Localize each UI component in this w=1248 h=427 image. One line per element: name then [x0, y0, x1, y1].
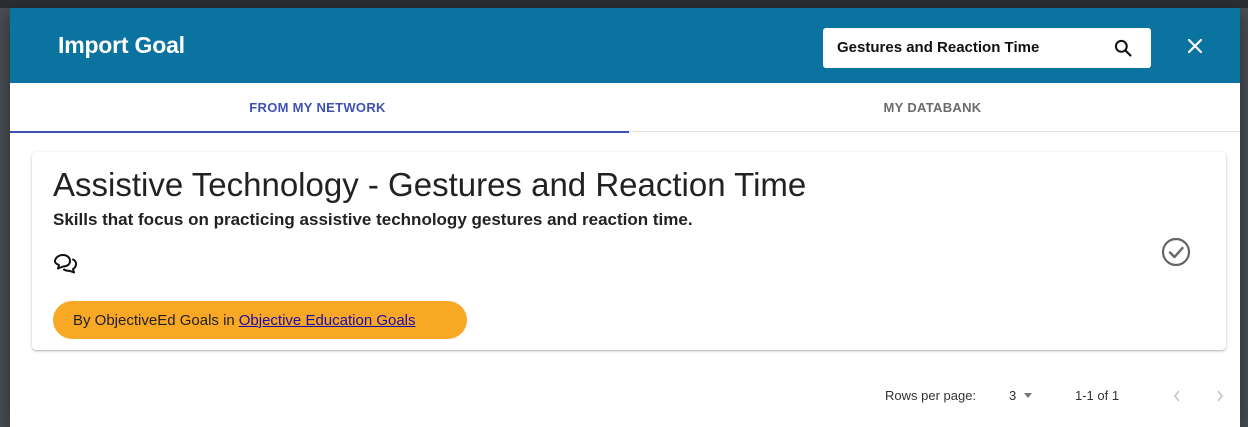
- search-input[interactable]: Gestures and Reaction Time: [837, 39, 1039, 56]
- import-goal-dialog: Import Goal Gestures and Reaction Time F…: [10, 8, 1240, 427]
- comment-icon[interactable]: [52, 252, 78, 274]
- check-circle-icon[interactable]: [1160, 236, 1192, 268]
- rows-per-page-label: Rows per page:: [885, 388, 977, 403]
- dialog-header: Import Goal Gestures and Reaction Time: [10, 8, 1240, 83]
- close-icon[interactable]: [1187, 38, 1203, 54]
- prev-page-button[interactable]: [1165, 384, 1189, 408]
- goal-description: Skills that focus on practicing assistiv…: [53, 210, 693, 229]
- author-badge: By ObjectiveEd Goals in Objective Educat…: [53, 301, 467, 339]
- rows-per-page-select[interactable]: 3: [1009, 388, 1033, 403]
- search-icon[interactable]: [1113, 38, 1133, 58]
- tab-my-databank[interactable]: MY DATABANK: [625, 83, 1240, 132]
- tab-from-my-network[interactable]: FROM MY NETWORK: [10, 83, 629, 133]
- rows-per-page-value[interactable]: 3: [1009, 388, 1016, 403]
- dialog-title: Import Goal: [58, 32, 185, 58]
- pagination-footer: Rows per page: 3 1-1 of 1: [10, 378, 1240, 414]
- goal-card[interactable]: Assistive Technology - Gestures and Reac…: [32, 152, 1226, 350]
- collection-link[interactable]: Objective Education Goals: [239, 312, 416, 329]
- badge-prefix: By ObjectiveEd Goals in: [73, 311, 235, 329]
- goal-title: Assistive Technology - Gestures and Reac…: [53, 166, 807, 203]
- backdrop-top-strip: [0, 0, 1248, 8]
- chevron-right-icon[interactable]: [1215, 389, 1225, 403]
- next-page-button[interactable]: [1208, 384, 1232, 408]
- pagination-range: 1-1 of 1: [1075, 388, 1120, 403]
- chevron-left-icon[interactable]: [1172, 389, 1182, 403]
- tab-bar: FROM MY NETWORK MY DATABANK: [10, 83, 1240, 133]
- dropdown-caret-icon[interactable]: [1024, 393, 1033, 398]
- close-button[interactable]: [1181, 32, 1209, 60]
- search-box[interactable]: Gestures and Reaction Time: [823, 28, 1151, 68]
